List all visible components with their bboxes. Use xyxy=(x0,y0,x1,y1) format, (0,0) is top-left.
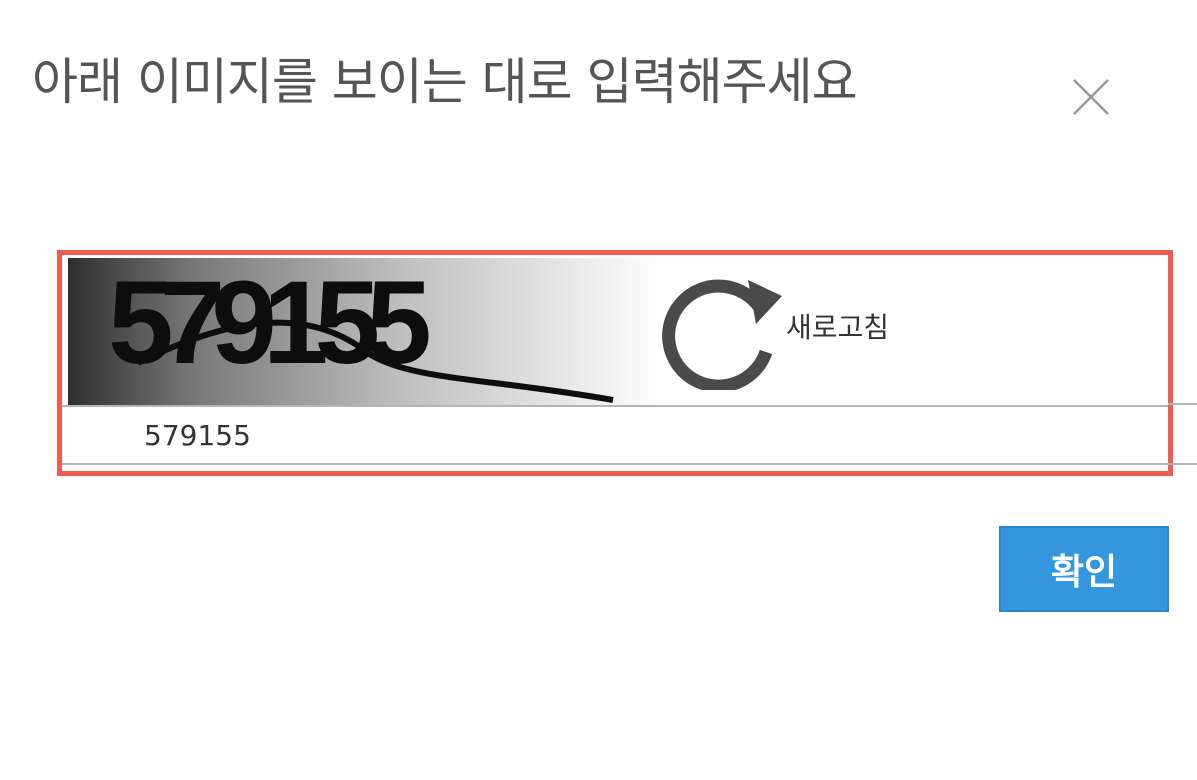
captcha-dialog: 아래 이미지를 보이는 대로 입력해주세요 579155 새로고침 579155… xyxy=(0,0,1197,780)
confirm-button[interactable]: 확인 xyxy=(999,526,1169,612)
refresh-button[interactable]: 새로고침 xyxy=(662,258,952,405)
captcha-row: 579155 새로고침 xyxy=(65,258,1168,405)
captcha-image: 579155 xyxy=(68,258,662,405)
captcha-noise-line xyxy=(136,319,614,403)
captcha-input-row xyxy=(62,405,1168,465)
captcha-container: 579155 새로고침 xyxy=(57,250,1173,476)
refresh-icon xyxy=(662,279,782,390)
close-icon[interactable] xyxy=(1068,74,1114,120)
captcha-input[interactable] xyxy=(144,415,1144,455)
input-row-extension xyxy=(1168,403,1197,465)
dialog-title: 아래 이미지를 보이는 대로 입력해주세요 xyxy=(32,53,858,111)
refresh-label: 새로고침 xyxy=(786,311,890,344)
